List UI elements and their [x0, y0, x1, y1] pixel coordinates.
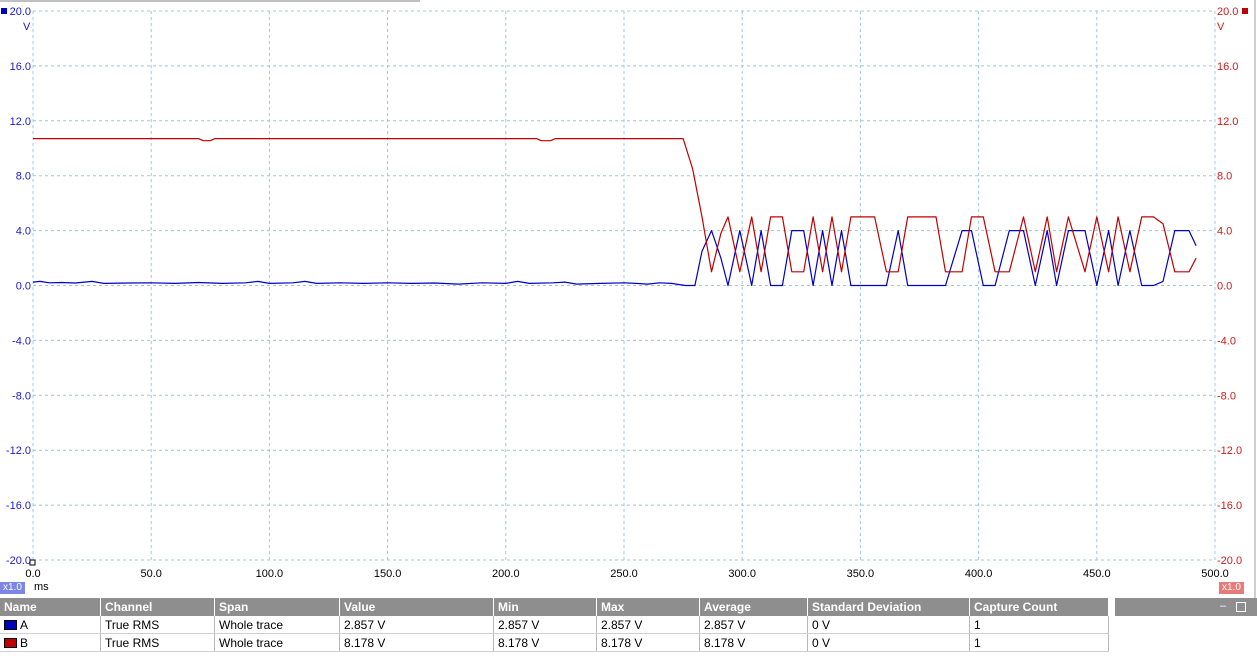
row-std-dev: 0 V — [807, 616, 970, 634]
measurements-header-row: Name Channel Span Value Min Max Average … — [0, 598, 1109, 616]
x-tick-label: 300.0 — [728, 568, 756, 580]
col-value[interactable]: Value — [339, 598, 494, 616]
x-tick-label: 500.0 — [1201, 568, 1229, 580]
y-left-tick-label: -8.0 — [12, 390, 31, 402]
row-name: B — [20, 635, 29, 650]
row-max: 2.857 V — [596, 616, 700, 634]
measurements-table: Name Channel Span Value Min Max Average … — [0, 598, 1109, 652]
col-name[interactable]: Name — [0, 598, 101, 616]
row-max: 8.178 V — [596, 633, 700, 652]
row-channel: True RMS — [100, 616, 215, 634]
left-axis-scale-badge[interactable]: x1.0 — [0, 582, 25, 594]
row-std-dev: 0 V — [807, 633, 970, 652]
col-std-dev[interactable]: Standard Deviation — [807, 598, 970, 616]
x-tick-label: 0.0 — [25, 568, 40, 580]
x-tick-label: 200.0 — [492, 568, 520, 580]
y-right-tick-label: -8.0 — [1217, 390, 1236, 402]
y-right-tick-label: 16.0 — [1217, 61, 1238, 73]
minimize-icon[interactable]: – — [1218, 601, 1228, 612]
y-right-tick-label: 12.0 — [1217, 116, 1238, 128]
x-tick-label: 450.0 — [1083, 568, 1111, 580]
y-left-tick-label: -12.0 — [6, 445, 31, 457]
row-value: 8.178 V — [339, 633, 494, 652]
y-right-tick-label: 0.0 — [1217, 281, 1232, 293]
y-left-tick-label: -4.0 — [12, 335, 31, 347]
row-capture-count: 1 — [969, 616, 1109, 634]
x-tick-label: 100.0 — [256, 568, 284, 580]
table-row[interactable]: A True RMS Whole trace 2.857 V 2.857 V 2… — [0, 616, 1109, 634]
x-tick-label: 50.0 — [140, 568, 161, 580]
right-axis-scale-badge[interactable]: x1.0 — [1219, 582, 1244, 594]
measurements-panel: Name Channel Span Value Min Max Average … — [0, 598, 1257, 663]
x-tick-label: 400.0 — [965, 568, 993, 580]
origin-handle-icon[interactable] — [29, 559, 36, 566]
y-left-tick-label: -20.0 — [6, 555, 31, 567]
row-span: Whole trace — [214, 616, 340, 634]
row-average: 2.857 V — [699, 616, 808, 634]
y-right-tick-label: -20.0 — [1217, 555, 1242, 567]
x-tick-label: 350.0 — [847, 568, 875, 580]
row-span: Whole trace — [214, 633, 340, 652]
y-left-tick-label: 12.0 — [10, 116, 31, 128]
channel-b-marker-icon[interactable] — [1242, 8, 1248, 14]
y-right-tick-label: -16.0 — [1217, 500, 1242, 512]
y-left-tick-label: 0.0 — [16, 281, 31, 293]
scope-view[interactable]: 0.0 50.0 100.0 150.0 200.0 250.0 300.0 350.0 400… — [0, 0, 1257, 598]
trace-b — [33, 138, 1197, 273]
row-capture-count: 1 — [969, 633, 1109, 652]
row-value: 2.857 V — [339, 616, 494, 634]
channel-a-marker-icon[interactable] — [1, 8, 7, 14]
y-right-unit: V — [1217, 21, 1225, 33]
x-tick-label: 250.0 — [610, 568, 638, 580]
y-right-tick-label: 8.0 — [1217, 171, 1232, 183]
trace-a — [32, 230, 1197, 287]
y-right-tick-label: 4.0 — [1217, 226, 1232, 238]
col-channel[interactable]: Channel — [100, 598, 215, 616]
y-left-unit: V — [23, 21, 31, 33]
x-tick-label: 150.0 — [374, 568, 402, 580]
col-capture-count[interactable]: Capture Count — [969, 598, 1109, 616]
y-left-tick-label: -16.0 — [6, 500, 31, 512]
y-left-tick-label: 20.0 — [10, 6, 31, 18]
row-channel: True RMS — [100, 633, 215, 652]
row-average: 8.178 V — [699, 633, 808, 652]
channel-b-color-chip — [4, 638, 17, 649]
maximize-icon[interactable] — [1236, 602, 1246, 612]
channel-a-color-chip — [4, 620, 17, 631]
col-average[interactable]: Average — [699, 598, 808, 616]
table-row[interactable]: B True RMS Whole trace 8.178 V 8.178 V 8… — [0, 633, 1109, 652]
y-left-tick-label: 16.0 — [10, 61, 31, 73]
table-title-bar: – — [1115, 598, 1257, 616]
row-min: 8.178 V — [493, 633, 597, 652]
oscilloscope-plot[interactable]: 0.0 50.0 100.0 150.0 200.0 250.0 300.0 350.0 400… — [0, 0, 1257, 598]
y-left-tick-label: 8.0 — [16, 171, 31, 183]
row-min: 2.857 V — [493, 616, 597, 634]
row-name: A — [20, 617, 29, 632]
x-axis-unit: ms — [34, 581, 49, 593]
y-left-tick-label: 4.0 — [16, 226, 31, 238]
y-right-tick-label: -4.0 — [1217, 335, 1236, 347]
y-right-tick-label: -12.0 — [1217, 445, 1242, 457]
y-right-tick-label: 20.0 — [1217, 6, 1238, 18]
col-span[interactable]: Span — [214, 598, 340, 616]
col-min[interactable]: Min — [493, 598, 597, 616]
col-max[interactable]: Max — [596, 598, 700, 616]
